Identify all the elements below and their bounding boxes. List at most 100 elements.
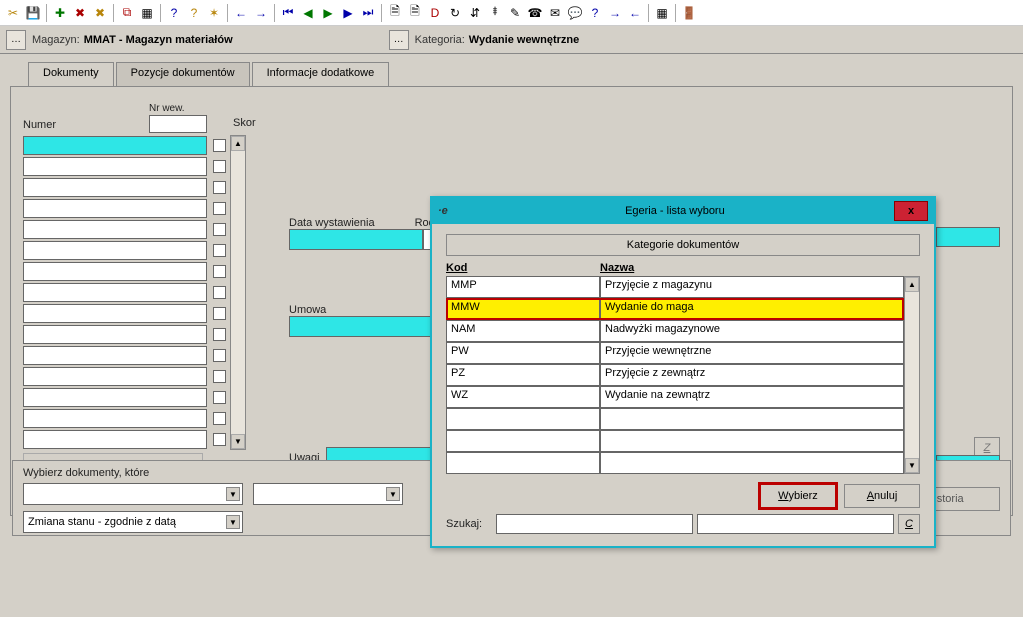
next-icon[interactable]: ▶ <box>339 4 357 22</box>
list-row[interactable] <box>446 430 904 452</box>
phone-icon[interactable]: ☎ <box>526 4 544 22</box>
hierarchy-icon[interactable]: ⯒ <box>486 4 504 22</box>
scissors-icon[interactable]: ✂ <box>4 4 22 22</box>
scroll-down-button[interactable]: ▼ <box>905 458 919 473</box>
tab-informacje[interactable]: Informacje dodatkowe <box>252 62 390 86</box>
list-row[interactable]: NAMNadwyżki magazynowe <box>446 320 904 342</box>
last-icon[interactable]: ⏭ <box>359 4 377 22</box>
numer-input[interactable] <box>23 367 207 386</box>
help2-icon[interactable]: ? <box>586 4 604 22</box>
plus-green-icon[interactable]: ✚ <box>51 4 69 22</box>
tree-icon[interactable]: ⇵ <box>466 4 484 22</box>
numer-input[interactable] <box>23 157 207 176</box>
skor-checkbox[interactable] <box>213 223 226 236</box>
numer-list <box>23 135 226 450</box>
skor-checkbox[interactable] <box>213 265 226 278</box>
skor-checkbox[interactable] <box>213 307 226 320</box>
layout-icon[interactable]: ⧉ <box>118 4 136 22</box>
numer-input[interactable] <box>23 346 207 365</box>
numer-input[interactable] <box>23 220 207 239</box>
numer-input[interactable] <box>23 430 207 449</box>
clear-button[interactable]: C <box>898 514 920 534</box>
browse-magazyn-button[interactable]: … <box>6 30 26 50</box>
skor-checkbox[interactable] <box>213 391 226 404</box>
right-field-1[interactable] <box>936 227 1000 247</box>
save-icon[interactable]: 💾 <box>24 4 42 22</box>
list-row[interactable]: MMWWydanie do maga <box>446 298 904 320</box>
doc-arrow-icon[interactable]: 🗎 <box>406 4 424 22</box>
help-yellow-icon[interactable]: ? <box>185 4 203 22</box>
wybierz-button[interactable]: Wybierz <box>760 484 836 508</box>
plus-red-icon[interactable]: ✖ <box>71 4 89 22</box>
umowa-input[interactable] <box>289 316 433 337</box>
star-icon[interactable]: ✶ <box>205 4 223 22</box>
skor-checkbox[interactable] <box>213 181 226 194</box>
skor-checkbox[interactable] <box>213 160 226 173</box>
prev-icon[interactable]: ◀ <box>299 4 317 22</box>
skor-checkbox[interactable] <box>213 433 226 446</box>
help-blue-icon[interactable]: ? <box>165 4 183 22</box>
table-icon[interactable]: ▦ <box>653 4 671 22</box>
numer-row <box>23 366 226 387</box>
numer-input[interactable] <box>23 388 207 407</box>
skor-checkbox[interactable] <box>213 244 226 257</box>
scroll-down-button[interactable]: ▼ <box>231 434 245 449</box>
skor-checkbox[interactable] <box>213 412 226 425</box>
filter-combo-3[interactable]: Zmiana stanu - zgodnie z datą▼ <box>23 511 243 533</box>
anuluj-button[interactable]: Anuluj <box>844 484 920 508</box>
arrow-right2-icon[interactable]: → <box>606 4 624 22</box>
nrwew-input[interactable] <box>149 115 207 133</box>
skor-checkbox[interactable] <box>213 286 226 299</box>
filter-combo-1[interactable]: ▼ <box>23 483 243 505</box>
numer-input[interactable] <box>23 262 207 281</box>
numer-input[interactable] <box>23 409 207 428</box>
skor-checkbox[interactable] <box>213 139 226 152</box>
skor-checkbox[interactable] <box>213 349 226 362</box>
list-row[interactable] <box>446 452 904 474</box>
chat-icon[interactable]: 💬 <box>566 4 584 22</box>
scroll-up-button[interactable]: ▲ <box>231 136 245 151</box>
tab-dokumenty[interactable]: Dokumenty <box>28 62 114 86</box>
numer-input[interactable] <box>23 325 207 344</box>
list-row[interactable]: MMPPrzyjęcie z magazynu <box>446 276 904 298</box>
arrow-right-icon[interactable]: → <box>252 4 270 22</box>
arrow-left2-icon[interactable]: ← <box>626 4 644 22</box>
numer-input[interactable] <box>23 199 207 218</box>
refresh-icon[interactable]: ↻ <box>446 4 464 22</box>
door-icon[interactable]: 🚪 <box>680 4 698 22</box>
data-wyst-input[interactable] <box>289 229 423 250</box>
close-button[interactable]: x <box>894 201 928 221</box>
list-row[interactable]: WZWydanie na zewnątrz <box>446 386 904 408</box>
skor-checkbox[interactable] <box>213 202 226 215</box>
numer-scrollbar[interactable]: ▲ ▼ <box>230 135 246 450</box>
skor-checkbox[interactable] <box>213 328 226 341</box>
numer-input[interactable] <box>23 304 207 323</box>
filter-combo-2[interactable]: ▼ <box>253 483 403 505</box>
list-row[interactable]: PZPrzyjęcie z zewnątrz <box>446 364 904 386</box>
szukaj-input-1[interactable] <box>496 514 693 534</box>
numer-input[interactable] <box>23 241 207 260</box>
first-icon[interactable]: ⏮ <box>279 4 297 22</box>
arrow-left-icon[interactable]: ← <box>232 4 250 22</box>
scroll-up-button[interactable]: ▲ <box>905 277 919 292</box>
dialog-titlebar[interactable]: ·e Egeria - lista wyboru x <box>432 198 934 224</box>
mail-icon[interactable]: ✉ <box>546 4 564 22</box>
list-row[interactable] <box>446 408 904 430</box>
szukaj-input-2[interactable] <box>697 514 894 534</box>
d-red-icon[interactable]: D <box>426 4 444 22</box>
grid-icon[interactable]: ▦ <box>138 4 156 22</box>
numer-input[interactable] <box>23 136 207 155</box>
play-icon[interactable]: ▶ <box>319 4 337 22</box>
doc-icon[interactable]: 🗎 <box>386 4 404 22</box>
numer-input[interactable] <box>23 178 207 197</box>
numer-input[interactable] <box>23 283 207 302</box>
browse-kategoria-button[interactable]: … <box>389 30 409 50</box>
modal-scrollbar[interactable]: ▲ ▼ <box>904 276 920 474</box>
skor-label: Skor <box>233 117 256 129</box>
kategorie-dokumentow-button[interactable]: Kategorie dokumentów <box>446 234 920 256</box>
delete-yellow-icon[interactable]: ✖ <box>91 4 109 22</box>
skor-checkbox[interactable] <box>213 370 226 383</box>
list-row[interactable]: PWPrzyjęcie wewnętrzne <box>446 342 904 364</box>
tab-pozycje[interactable]: Pozycje dokumentów <box>116 62 250 86</box>
edit-icon[interactable]: ✎ <box>506 4 524 22</box>
